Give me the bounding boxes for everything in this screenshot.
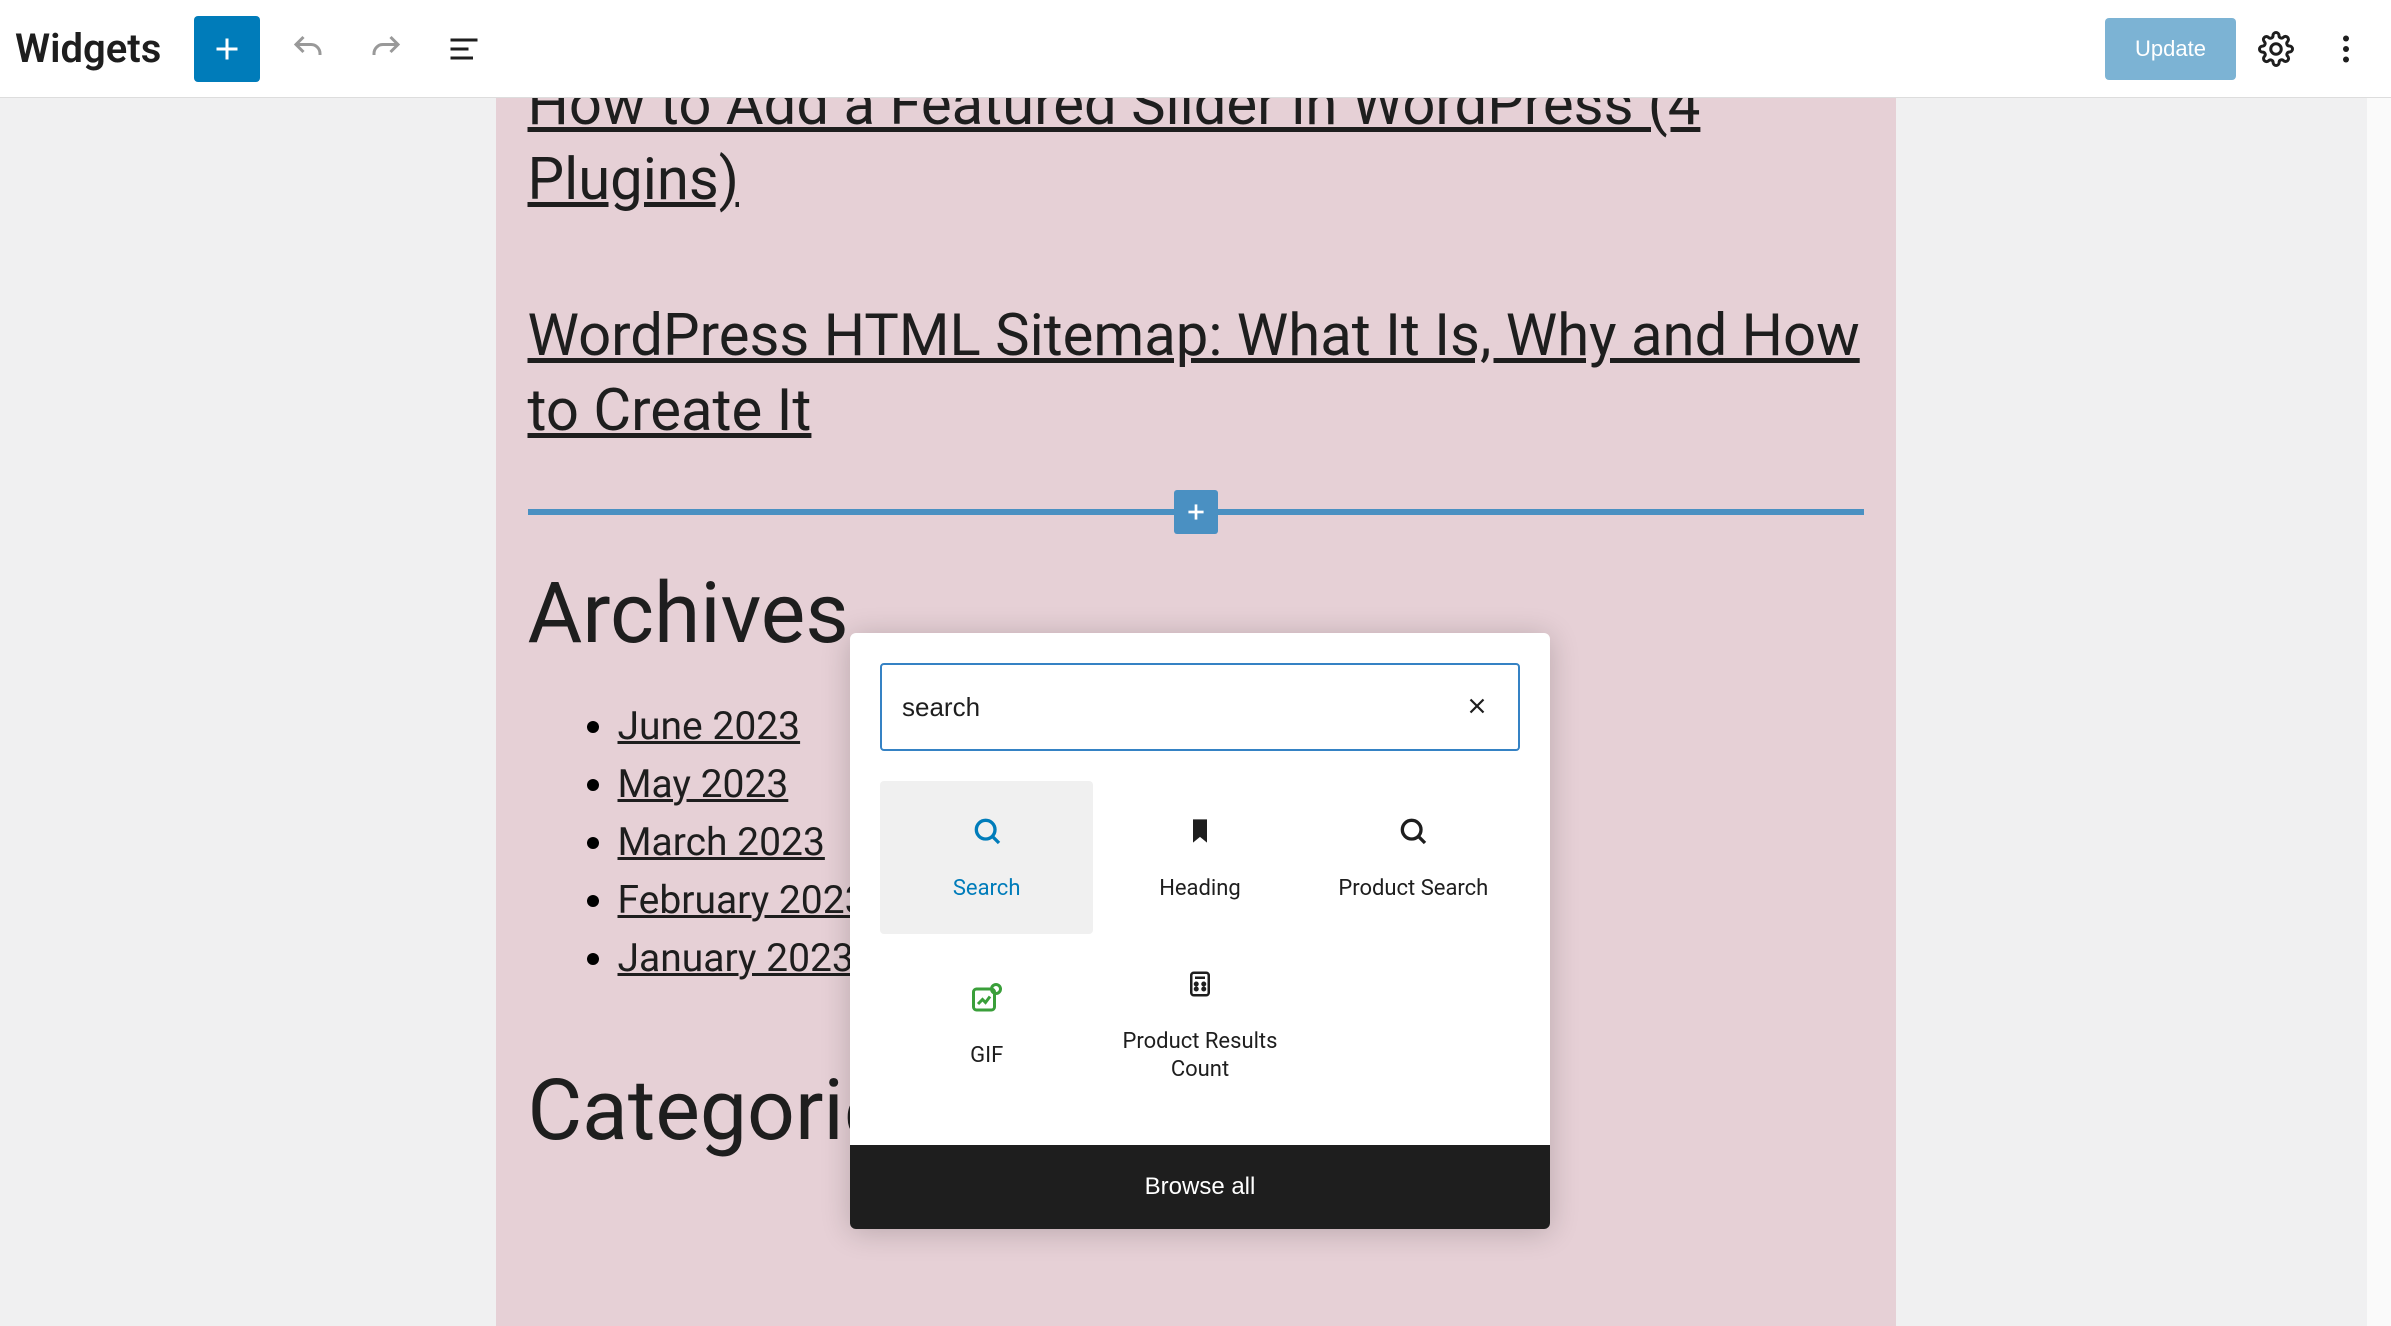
archive-link[interactable]: June 2023 [618, 703, 801, 749]
scrollbar-track[interactable] [2367, 98, 2391, 1326]
add-block-button[interactable] [194, 16, 260, 82]
gear-icon [2258, 31, 2294, 67]
image-search-icon [969, 978, 1005, 1018]
plus-icon [209, 31, 245, 67]
browse-all-button[interactable]: Browse all [850, 1145, 1550, 1229]
block-label: Product Results Count [1103, 1028, 1296, 1085]
block-inserter-popup: Search Heading Product [850, 633, 1550, 1229]
archive-link[interactable]: January 2023 [618, 935, 854, 981]
block-result-product-search[interactable]: Product Search [1307, 781, 1520, 934]
insertion-line [1218, 509, 1864, 515]
list-view-icon [446, 31, 482, 67]
search-icon [971, 811, 1003, 851]
clear-search-button[interactable] [1456, 685, 1498, 730]
block-label: GIF [970, 1042, 1003, 1071]
empty-cell [1307, 934, 1520, 1115]
update-button[interactable]: Update [2105, 18, 2236, 80]
archive-link[interactable]: February 2023 [618, 877, 867, 923]
bookmark-icon [1186, 811, 1214, 851]
insertion-line [528, 509, 1174, 515]
insert-block-button[interactable] [1174, 490, 1218, 534]
archive-link[interactable]: March 2023 [618, 819, 825, 865]
more-vertical-icon [2328, 31, 2364, 67]
post-link[interactable]: WordPress HTML Sitemap: What It Is, Why … [528, 299, 1864, 450]
calculator-icon [1185, 964, 1215, 1004]
block-label: Product Search [1338, 875, 1488, 904]
redo-icon [368, 31, 404, 67]
block-label: Search [953, 875, 1021, 904]
list-view-button[interactable] [434, 19, 494, 79]
search-wrapper [850, 633, 1550, 781]
block-search-input[interactable] [902, 692, 1456, 723]
redo-button[interactable] [356, 19, 416, 79]
top-bar-right: Update [2105, 18, 2376, 80]
editor-canvas[interactable]: How to Add a Featured Slider in WordPres… [0, 98, 2391, 1326]
undo-button[interactable] [278, 19, 338, 79]
block-result-product-results-count[interactable]: Product Results Count [1093, 934, 1306, 1115]
block-results-grid: Search Heading Product [850, 781, 1550, 1145]
plus-icon [1183, 499, 1209, 525]
settings-button[interactable] [2246, 19, 2306, 79]
search-icon [1397, 811, 1429, 851]
editor-top-bar: Widgets Updat [0, 0, 2391, 98]
page-title: Widgets [15, 25, 161, 72]
top-bar-left: Widgets [15, 16, 494, 82]
block-result-heading[interactable]: Heading [1093, 781, 1306, 934]
close-icon [1464, 693, 1490, 719]
post-link[interactable]: How to Add a Featured Slider in WordPres… [528, 98, 1864, 219]
block-label: Heading [1159, 875, 1241, 904]
block-insertion-point [528, 490, 1864, 534]
undo-icon [290, 31, 326, 67]
search-input-container [880, 663, 1520, 751]
archive-link[interactable]: May 2023 [618, 761, 789, 807]
block-result-search[interactable]: Search [880, 781, 1093, 934]
block-result-gif[interactable]: GIF [880, 934, 1093, 1115]
options-button[interactable] [2316, 19, 2376, 79]
